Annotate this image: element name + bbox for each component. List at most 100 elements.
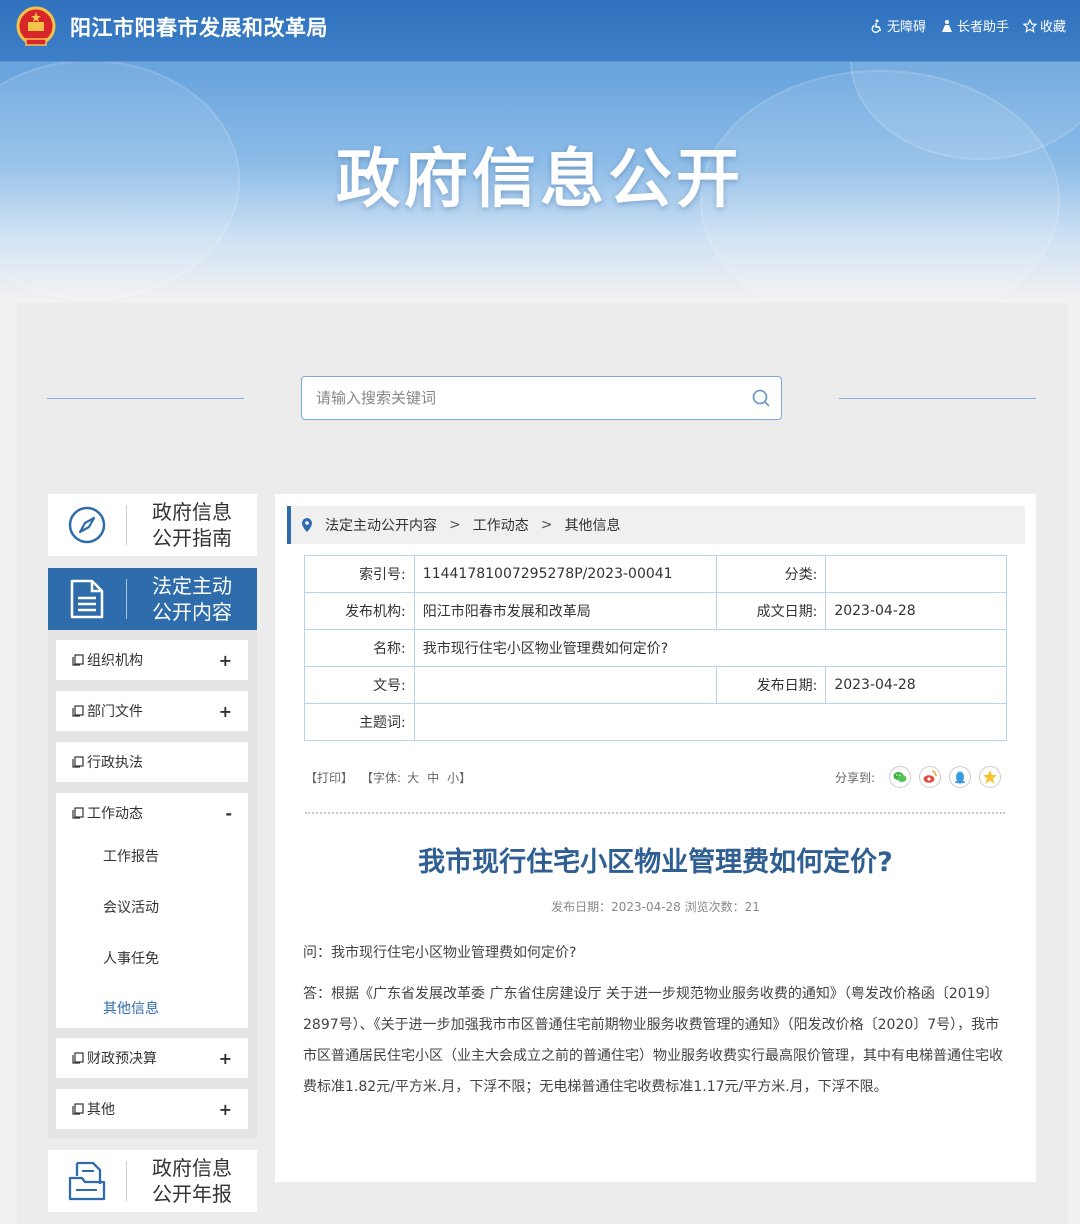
sidebar-item-organization[interactable]: 组织机构 +: [56, 640, 248, 680]
breadcrumb-mandatory[interactable]: 法定主动公开内容: [325, 515, 437, 535]
submenu-item-other-info[interactable]: 其他信息: [103, 998, 159, 1018]
top-links: 无障碍 长者助手 收藏: [870, 16, 1066, 35]
annual-icon-wrap: [48, 1150, 126, 1212]
sidebar-item-label: 组织机构: [87, 653, 143, 669]
table-row: 主题词:: [304, 703, 1008, 741]
accessibility-icon: [871, 19, 882, 33]
expand-toggle[interactable]: +: [219, 651, 232, 670]
search-icon: [752, 389, 770, 407]
page-icon: [72, 756, 84, 768]
accessibility-link[interactable]: 无障碍: [870, 16, 926, 35]
search-button[interactable]: [741, 378, 781, 418]
annual-report-block[interactable]: 政府信息 公开年报: [48, 1150, 257, 1212]
wechat-icon: [893, 772, 907, 782]
table-row: 文号: 发布日期: 2023-04-28: [304, 666, 1007, 704]
page-icon: [72, 654, 84, 666]
share-qq-button[interactable]: [949, 766, 971, 788]
index-label: 索引号:: [304, 555, 415, 593]
hero-title: 政府信息公开: [336, 142, 744, 217]
article-question: 问：我市现行住宅小区物业管理费如何定价?: [303, 945, 577, 961]
search-divider-right: [839, 398, 1036, 399]
expand-toggle[interactable]: +: [219, 702, 232, 721]
mandatory-icon-wrap: [48, 568, 126, 630]
breadcrumb: 法定主动公开内容 > 工作动态 > 其他信息: [287, 506, 1025, 544]
favorite-label: 收藏: [1039, 20, 1066, 35]
share-label: 分享到:: [834, 770, 875, 785]
font-size-prefix: 【字体:: [361, 770, 402, 785]
created-date-label: 成文日期:: [715, 592, 827, 630]
page-icon: [72, 807, 84, 819]
document-icon: [70, 579, 104, 619]
sidebar-item-label: 工作动态: [87, 806, 143, 822]
sidebar-item-label: 财政预决算: [87, 1051, 157, 1067]
guide-block[interactable]: 政府信息 公开指南: [48, 494, 257, 556]
name-label: 名称:: [304, 629, 415, 667]
breadcrumb-work-updates[interactable]: 工作动态: [473, 515, 529, 535]
search-input[interactable]: [316, 389, 741, 407]
sidebar-item-label: 部门文件: [87, 704, 143, 720]
expand-toggle[interactable]: +: [219, 1049, 232, 1068]
share-qzone-button[interactable]: [979, 766, 1001, 788]
guide-label: 政府信息 公开指南: [127, 499, 257, 551]
qq-icon: [955, 771, 965, 784]
sidebar-item-work-updates[interactable]: 工作动态 -: [56, 793, 248, 833]
publisher-value: 阳江市阳春市发展和改革局: [413, 592, 717, 630]
annual-label: 政府信息 公开年报: [127, 1155, 257, 1207]
keywords-label: 主题词:: [304, 703, 415, 741]
elder-assistant-icon: [941, 19, 952, 32]
breadcrumb-separator: >: [540, 517, 553, 533]
submenu-item-personnel[interactable]: 人事任免: [103, 948, 159, 968]
print-button[interactable]: 【打印】: [305, 769, 353, 786]
sidebar-item-label: 行政执法: [87, 755, 143, 771]
article-title: 我市现行住宅小区物业管理费如何定价?: [418, 847, 893, 878]
submenu-item-work-report[interactable]: 工作报告: [103, 846, 159, 866]
content-area: 法定主动公开内容 > 工作动态 > 其他信息 索引号: 114417810072…: [275, 494, 1036, 1182]
article-meta: 发布日期：2023-04-28 浏览次数：21: [551, 900, 760, 914]
sidebar-item-budget[interactable]: 财政预决算 +: [56, 1038, 248, 1078]
elder-assistant-link[interactable]: 长者助手: [940, 16, 1009, 35]
collapse-toggle[interactable]: -: [225, 804, 232, 823]
page-icon: [72, 1103, 84, 1115]
share-wechat-button[interactable]: [889, 766, 911, 788]
expand-toggle[interactable]: +: [219, 1100, 232, 1119]
sidebar-menu: 组织机构 + 部门文件 + 行政执法 工作动态 - 工作报告 会议活动 人事任免…: [48, 630, 257, 1138]
mandatory-disclosure-block[interactable]: 法定主动 公开内容: [48, 568, 257, 630]
font-large-button[interactable]: 大: [407, 769, 419, 786]
guide-label-line2: 公开指南: [152, 526, 232, 550]
doc-number-value: [413, 666, 717, 704]
national-emblem-icon: [16, 6, 56, 46]
article-answer: 答：根据《广东省发展改革委 广东省住房建设厅 关于进一步规范物业服务收费的通知》…: [303, 986, 1003, 1095]
publisher-label: 发布机构:: [304, 592, 415, 630]
doc-number-label: 文号:: [304, 666, 415, 704]
document-meta-table: 索引号: 11441781007295278P/2023-00041 分类: 发…: [304, 555, 1008, 741]
weibo-icon: [923, 770, 937, 783]
guide-label-line1: 政府信息: [152, 500, 232, 524]
sidebar-item-department-files[interactable]: 部门文件 +: [56, 691, 248, 731]
name-value: 我市现行住宅小区物业管理费如何定价?: [413, 629, 1008, 667]
search-box: [301, 376, 782, 420]
mandatory-label: 法定主动 公开内容: [127, 573, 257, 625]
site-name[interactable]: 阳江市阳春市发展和改革局: [70, 12, 328, 42]
elder-assistant-label: 长者助手: [956, 20, 1009, 35]
index-value: 11441781007295278P/2023-00041: [413, 555, 717, 593]
font-medium-button[interactable]: 中: [427, 769, 439, 786]
divider: [305, 812, 1005, 814]
page-icon: [72, 1052, 84, 1064]
article-body: 问：我市现行住宅小区物业管理费如何定价? 答：根据《广东省发展改革委 广东省住房…: [303, 938, 1009, 1113]
table-row: 名称: 我市现行住宅小区物业管理费如何定价?: [304, 629, 1008, 667]
publish-date-value: 2023-04-28: [825, 666, 1007, 704]
table-row: 索引号: 11441781007295278P/2023-00041 分类:: [304, 555, 1007, 593]
qzone-icon: [983, 770, 997, 784]
guide-icon-wrap: [48, 494, 126, 556]
submenu-item-meetings[interactable]: 会议活动: [103, 897, 159, 917]
compass-icon: [68, 506, 106, 544]
share-weibo-button[interactable]: [919, 766, 941, 788]
sidebar-item-other[interactable]: 其他 +: [56, 1089, 248, 1129]
share-buttons: [889, 766, 1001, 788]
annual-label-line1: 政府信息: [152, 1156, 232, 1180]
publish-date-label: 发布日期:: [715, 666, 827, 704]
sidebar-item-law-enforcement[interactable]: 行政执法: [56, 742, 248, 782]
breadcrumb-other-info[interactable]: 其他信息: [564, 515, 620, 535]
favorite-link[interactable]: 收藏: [1022, 16, 1066, 35]
font-small-button[interactable]: 小: [447, 769, 459, 786]
